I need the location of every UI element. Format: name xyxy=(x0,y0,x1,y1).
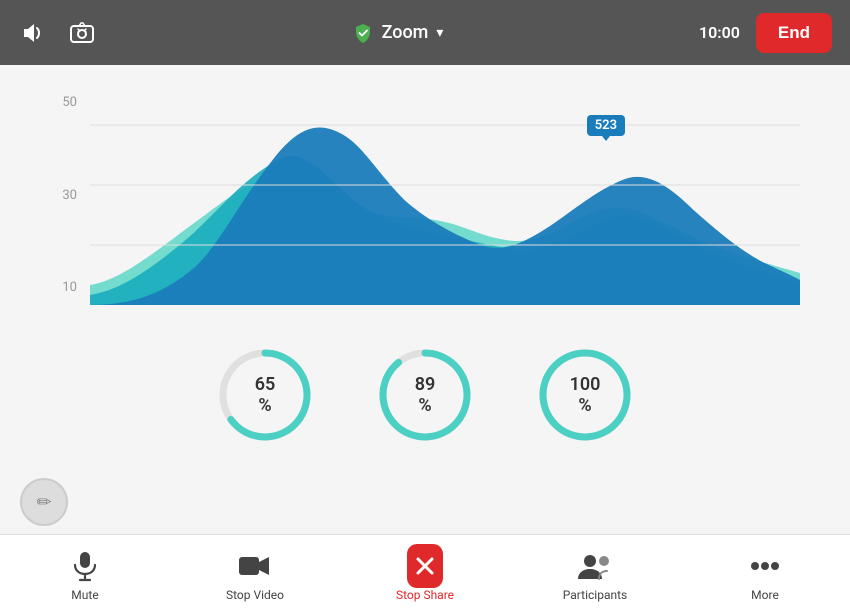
gauge-1-label: 65% xyxy=(255,374,276,416)
chart-svg-wrapper: 523 xyxy=(90,95,800,325)
chevron-down-icon[interactable]: ▾ xyxy=(436,25,443,41)
bottom-bar: Mute Stop Video Stop S xyxy=(0,534,850,614)
gauge-3-label: 100% xyxy=(570,374,601,416)
camera-flip-icon xyxy=(68,19,96,47)
gauge-3: 100% xyxy=(535,345,635,445)
pencil-icon: ✏ xyxy=(36,492,51,513)
gauges-row: 65% 89% xyxy=(215,345,635,445)
participants-label: Participants xyxy=(563,588,627,602)
more-icon xyxy=(747,548,783,584)
end-button[interactable]: End xyxy=(756,13,832,53)
camera-flip-button[interactable] xyxy=(68,19,96,47)
participants-button[interactable]: Participants xyxy=(555,548,635,602)
mute-button[interactable]: Mute xyxy=(45,548,125,602)
chart-tooltip: 523 xyxy=(587,115,625,136)
stop-share-button[interactable]: Stop Share xyxy=(385,548,465,602)
gauge-2-label: 89% xyxy=(415,374,436,416)
more-button[interactable]: More xyxy=(725,548,805,602)
zoom-label: Zoom xyxy=(382,22,429,43)
chart-y-labels: 50 30 10 xyxy=(50,95,85,295)
stop-video-label: Stop Video xyxy=(226,588,284,602)
stop-share-icon xyxy=(407,548,443,584)
gauge-1: 65% xyxy=(215,345,315,445)
zoom-meeting-label[interactable]: Zoom ▾ xyxy=(352,22,444,44)
y-label-10: 10 xyxy=(62,280,77,295)
y-label-30: 30 xyxy=(62,188,77,203)
pencil-button[interactable]: ✏ xyxy=(20,478,68,526)
top-bar: Zoom ▾ 10:00 End xyxy=(0,0,850,65)
speaker-icon xyxy=(18,19,46,47)
chart-area: 50 30 10 523 xyxy=(50,85,800,325)
participants-icon xyxy=(577,548,613,584)
mic-icon xyxy=(67,548,103,584)
video-icon xyxy=(237,548,273,584)
more-label: More xyxy=(751,588,779,602)
time-display: 10:00 xyxy=(699,23,740,42)
stop-share-label: Stop Share xyxy=(396,588,454,602)
shield-icon xyxy=(352,22,374,44)
stop-video-button[interactable]: Stop Video xyxy=(215,548,295,602)
main-content: 50 30 10 523 xyxy=(0,65,850,534)
mute-label: Mute xyxy=(71,588,98,602)
gauge-2: 89% xyxy=(375,345,475,445)
y-label-50: 50 xyxy=(62,95,77,110)
speaker-button[interactable] xyxy=(18,19,46,47)
